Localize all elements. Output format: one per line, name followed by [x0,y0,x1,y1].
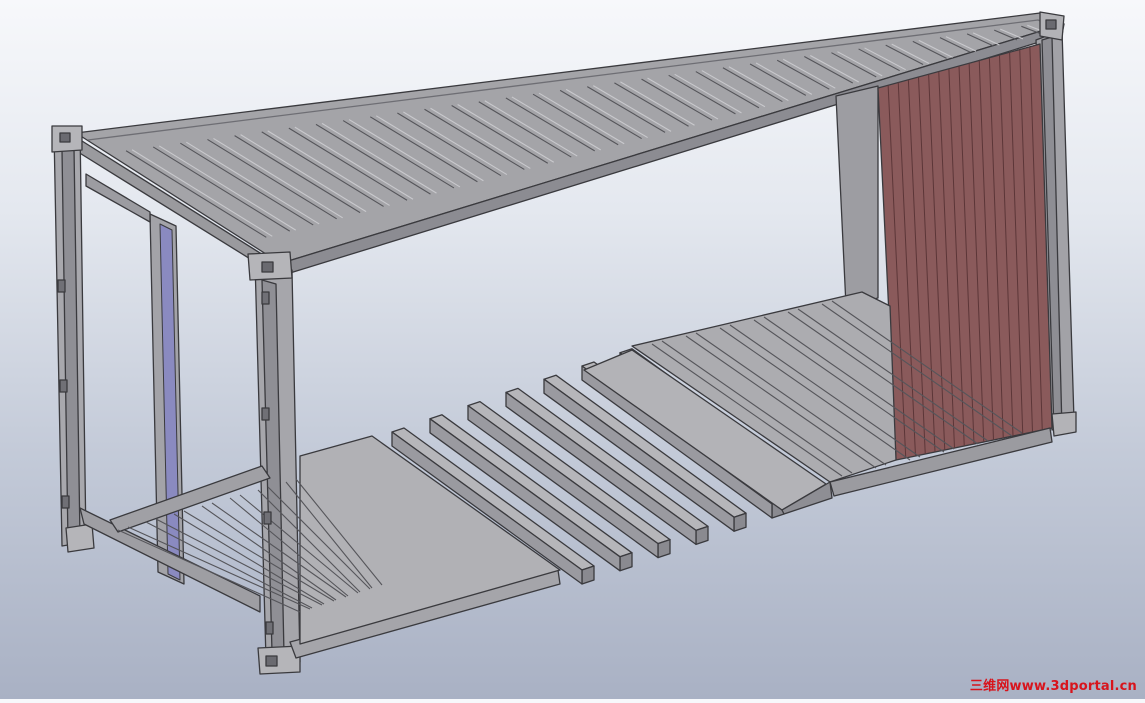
door-panel[interactable] [877,43,1053,461]
cad-viewport[interactable] [0,0,1145,699]
watermark-text: 三维网www.3dportal.cn [969,679,1137,694]
container-3d-model[interactable] [0,0,1145,699]
